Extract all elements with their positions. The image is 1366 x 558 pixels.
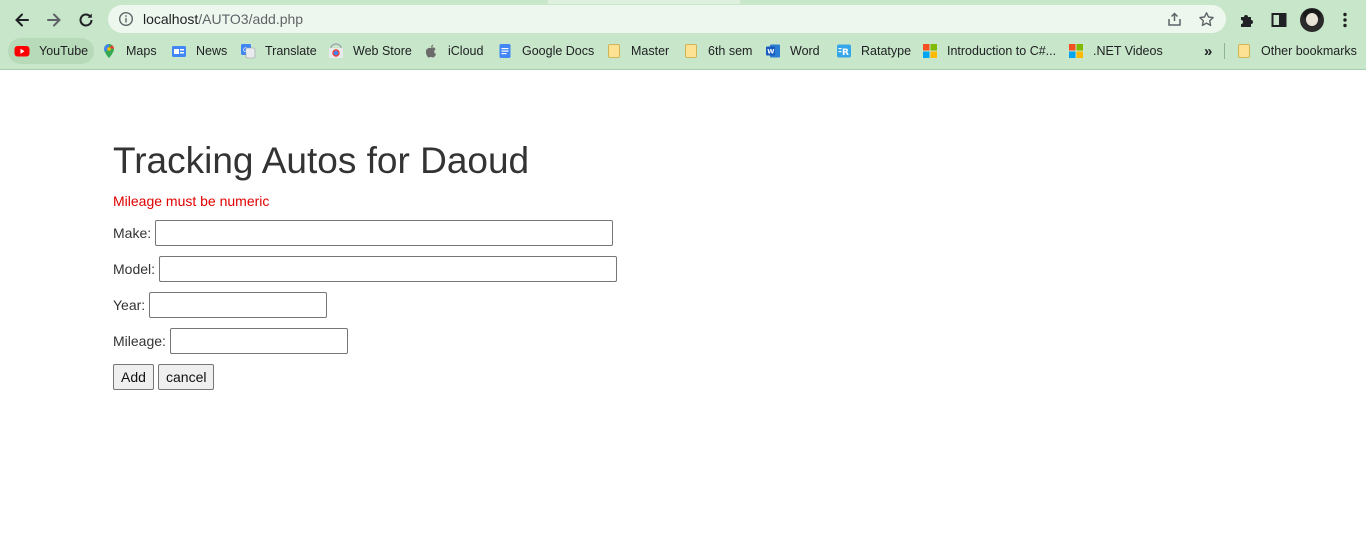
bookmark-word[interactable]: W Word [765, 38, 820, 64]
bookmark-maps[interactable]: Maps [101, 38, 157, 64]
bookmark-net-videos[interactable]: .NET Videos [1068, 38, 1163, 64]
bookmarks-bar: YouTube Maps News G Translate Web Store … [0, 36, 1366, 66]
folder-icon [606, 43, 622, 59]
cancel-button[interactable]: cancel [158, 364, 214, 390]
bookmark-label: Google Docs [522, 44, 595, 58]
bookmark-label: Maps [126, 44, 157, 58]
svg-text:G: G [243, 47, 248, 54]
apple-icon [423, 43, 439, 59]
svg-text:W: W [767, 48, 774, 56]
forward-arrow-icon [47, 13, 61, 27]
avatar-face [1306, 13, 1318, 26]
svg-text:R: R [842, 48, 849, 58]
model-input[interactable] [159, 256, 617, 282]
news-icon [171, 43, 187, 59]
bookmark-label: 6th sem [708, 44, 753, 58]
back-button[interactable] [9, 7, 35, 33]
year-label: Year: [113, 297, 146, 313]
browser-toolbar: localhost/AUTO3/add.php [0, 4, 1366, 34]
bookmark-label: YouTube [39, 44, 89, 58]
bookmark-folder-6th-sem[interactable]: 6th sem [683, 38, 752, 64]
bookmark-google-docs[interactable]: Google Docs [497, 38, 594, 64]
site-info-icon[interactable] [118, 11, 134, 27]
maps-icon [101, 43, 117, 59]
bookmark-youtube[interactable]: YouTube [8, 38, 95, 64]
make-label: Make: [113, 225, 152, 241]
bookmark-label: .NET Videos [1093, 44, 1163, 58]
word-icon: W [765, 43, 781, 59]
bookmark-label: Web Store [353, 44, 412, 58]
bookmark-icloud[interactable]: iCloud [423, 38, 483, 64]
error-message: Mileage must be numeric [113, 193, 270, 209]
ratatype-icon: R [836, 43, 852, 59]
page-title: Tracking Autos for Daoud [113, 140, 530, 181]
overflow-chevron-icon: » [1204, 42, 1213, 60]
reload-icon [79, 13, 93, 27]
bookmark-label: News [196, 44, 228, 58]
address-bar[interactable]: localhost/AUTO3/add.php [108, 5, 1226, 33]
bookmark-label: Translate [265, 44, 317, 58]
docs-icon [497, 43, 513, 59]
bookmark-star-icon[interactable] [1198, 11, 1215, 28]
bookmark-label: Ratatype [861, 44, 912, 58]
profile-avatar[interactable] [1300, 8, 1324, 32]
menu-kebab-icon[interactable] [1336, 11, 1354, 29]
other-bookmarks-folder[interactable]: Other bookmarks [1236, 38, 1357, 64]
url-text: localhost/AUTO3/add.php [143, 11, 303, 27]
bookmark-label: Word [790, 44, 820, 58]
browser-chrome: localhost/AUTO3/add.php YouTube Maps New… [0, 0, 1366, 70]
make-input[interactable] [155, 220, 613, 246]
extensions-icon[interactable] [1238, 11, 1256, 29]
side-panel-icon[interactable] [1270, 11, 1288, 29]
web-store-icon [328, 43, 344, 59]
forward-button[interactable] [41, 7, 67, 33]
bookmark-label: Other bookmarks [1261, 44, 1357, 58]
bookmark-label: Master [631, 44, 670, 58]
bookmark-ratatype[interactable]: R Ratatype [836, 38, 911, 64]
url-host: localhost [143, 11, 199, 27]
bookmarks-overflow-button[interactable]: » [1204, 38, 1212, 64]
bookmark-label: Introduction to C#... [947, 44, 1057, 58]
folder-icon [683, 43, 699, 59]
bookmark-news[interactable]: News [171, 38, 227, 64]
youtube-icon [14, 43, 30, 59]
url-path: /AUTO3/add.php [198, 11, 304, 27]
bookmark-translate[interactable]: G Translate [240, 38, 317, 64]
model-label: Model: [113, 261, 156, 277]
back-arrow-icon [15, 13, 29, 27]
bookmark-folder-master[interactable]: Master [606, 38, 669, 64]
bookmarks-divider [1224, 43, 1225, 59]
mileage-input[interactable] [170, 328, 348, 354]
bookmark-introduction-csharp[interactable]: Introduction to C#... [922, 38, 1056, 64]
year-input[interactable] [149, 292, 327, 318]
reload-button[interactable] [73, 7, 99, 33]
bookmark-label: iCloud [448, 44, 484, 58]
microsoft-icon [1068, 43, 1084, 59]
share-icon[interactable] [1166, 11, 1183, 28]
bookmark-web-store[interactable]: Web Store [328, 38, 412, 64]
add-button[interactable]: Add [113, 364, 154, 390]
folder-icon [1236, 43, 1252, 59]
mileage-label: Mileage: [113, 333, 166, 349]
microsoft-icon [922, 43, 938, 59]
translate-icon: G [240, 43, 256, 59]
